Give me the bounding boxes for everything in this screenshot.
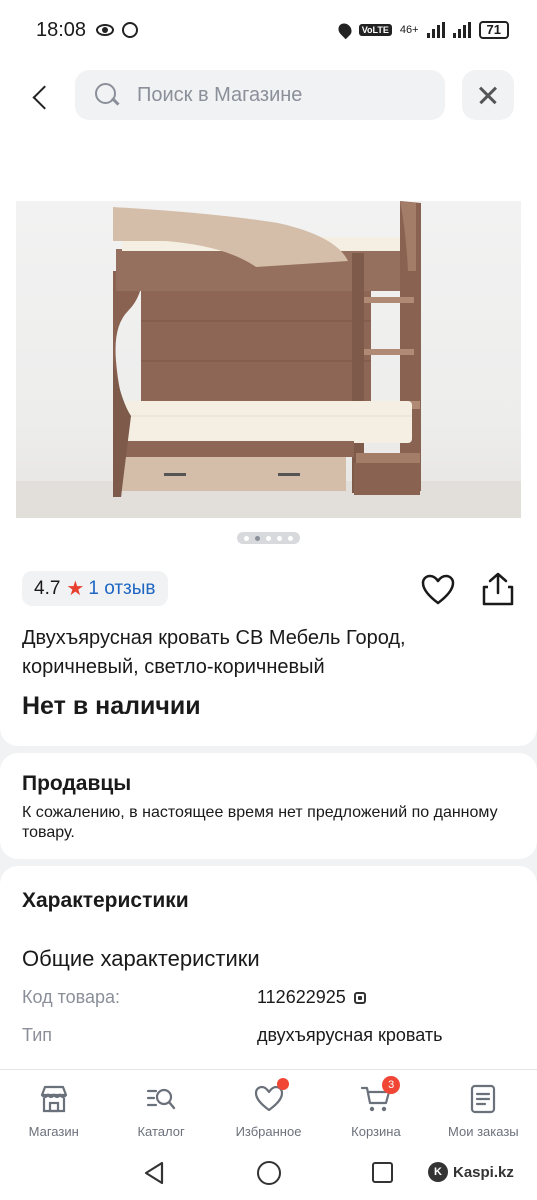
pager-dot xyxy=(266,535,271,541)
network-type: 46+ xyxy=(399,24,419,36)
system-recents-icon[interactable] xyxy=(372,1162,393,1183)
top-bar xyxy=(0,60,537,140)
eye-icon xyxy=(96,24,115,36)
spec-value: двухъярусная кровать xyxy=(257,1025,443,1045)
nav-label: Мои заказы xyxy=(448,1124,519,1139)
search-box[interactable] xyxy=(75,70,445,120)
sellers-message: К сожалению, в настоящее время нет предл… xyxy=(22,804,498,841)
pager-dot xyxy=(288,535,293,541)
kaspi-watermark: K Kaspi.kz xyxy=(428,1162,514,1182)
specs-card: Характеристики Общие характеристики Код … xyxy=(0,866,537,1076)
share-icon xyxy=(482,572,514,606)
signal-icon-2 xyxy=(452,22,471,38)
nav-label: Каталог xyxy=(137,1124,185,1139)
system-back-icon[interactable] xyxy=(143,1161,165,1185)
close-button[interactable] xyxy=(462,70,514,120)
product-code: 112622925 xyxy=(257,987,346,1007)
pager-dot-active xyxy=(255,535,260,541)
sellers-title: Продавцы xyxy=(22,772,132,795)
nav-item-orders[interactable]: Мои заказы xyxy=(430,1070,537,1149)
spec-value: 112622925 xyxy=(257,987,366,1008)
nav-item-shop[interactable]: Магазин xyxy=(0,1070,107,1149)
volte-icon: VoLTE xyxy=(358,24,392,36)
cart-badge: 3 xyxy=(382,1076,401,1094)
bunk-bed-illustration xyxy=(16,201,521,518)
spec-label: Код товара: xyxy=(22,987,121,1007)
shop-icon xyxy=(40,1085,67,1113)
system-home-icon[interactable] xyxy=(257,1161,281,1185)
spec-row: Тип двухъярусная кровать xyxy=(22,1025,522,1051)
favorite-button[interactable] xyxy=(420,574,456,606)
location-icon xyxy=(335,20,354,40)
product-card: 4.7 ★ 1 отзыв Двухъярусная кровать СВ Ме… xyxy=(0,140,537,746)
catalog-search-icon xyxy=(147,1088,176,1110)
nav-item-catalog[interactable]: Каталог xyxy=(107,1070,214,1149)
pager-dot xyxy=(277,535,282,541)
status-time: 18:08 xyxy=(36,18,87,41)
product-title: Двухъярусная кровать СВ Мебель Город, ко… xyxy=(22,627,406,678)
stock-status: Нет в наличии xyxy=(22,692,201,720)
spec-label: Тип xyxy=(22,1025,53,1045)
rating-value: 4.7 xyxy=(34,577,61,599)
image-pager[interactable] xyxy=(237,532,300,544)
bottom-nav: Магазин Каталог Избранное 3 Корзина Мои … xyxy=(0,1069,537,1149)
nav-item-favorites[interactable]: Избранное xyxy=(215,1070,322,1149)
search-icon xyxy=(95,83,119,107)
sellers-card: Продавцы К сожалению, в настоящее время … xyxy=(0,753,537,859)
alarm-icon xyxy=(122,22,139,38)
nav-item-cart[interactable]: 3 Корзина xyxy=(322,1070,429,1149)
notification-dot xyxy=(276,1078,289,1090)
share-button[interactable] xyxy=(480,571,516,607)
kaspi-watermark-text: Kaspi.kz xyxy=(453,1163,514,1181)
specs-title: Характеристики xyxy=(22,889,189,912)
search-input[interactable] xyxy=(137,83,397,107)
battery-icon: 71 xyxy=(478,21,509,39)
spec-row: Код товара: 112622925 xyxy=(22,987,522,1013)
signal-icon xyxy=(426,22,445,38)
copy-icon[interactable] xyxy=(353,992,366,1004)
status-bar: 18:08 VoLTE 46+ 71 xyxy=(0,0,537,60)
kaspi-logo-icon: K xyxy=(428,1162,448,1182)
nav-label: Избранное xyxy=(235,1124,302,1139)
back-button[interactable] xyxy=(24,77,58,117)
rating-chip[interactable]: 4.7 ★ 1 отзыв xyxy=(22,571,168,606)
reviews-link[interactable]: 1 отзыв xyxy=(88,578,155,600)
star-icon: ★ xyxy=(66,578,85,600)
specs-subtitle: Общие характеристики xyxy=(22,946,260,971)
nav-label: Корзина xyxy=(351,1124,401,1139)
system-nav-bar: K Kaspi.kz xyxy=(0,1149,537,1200)
nav-label: Магазин xyxy=(28,1124,79,1139)
product-image[interactable] xyxy=(16,201,521,518)
pager-dot xyxy=(244,535,249,541)
heart-icon xyxy=(421,574,455,605)
orders-icon xyxy=(471,1084,496,1114)
